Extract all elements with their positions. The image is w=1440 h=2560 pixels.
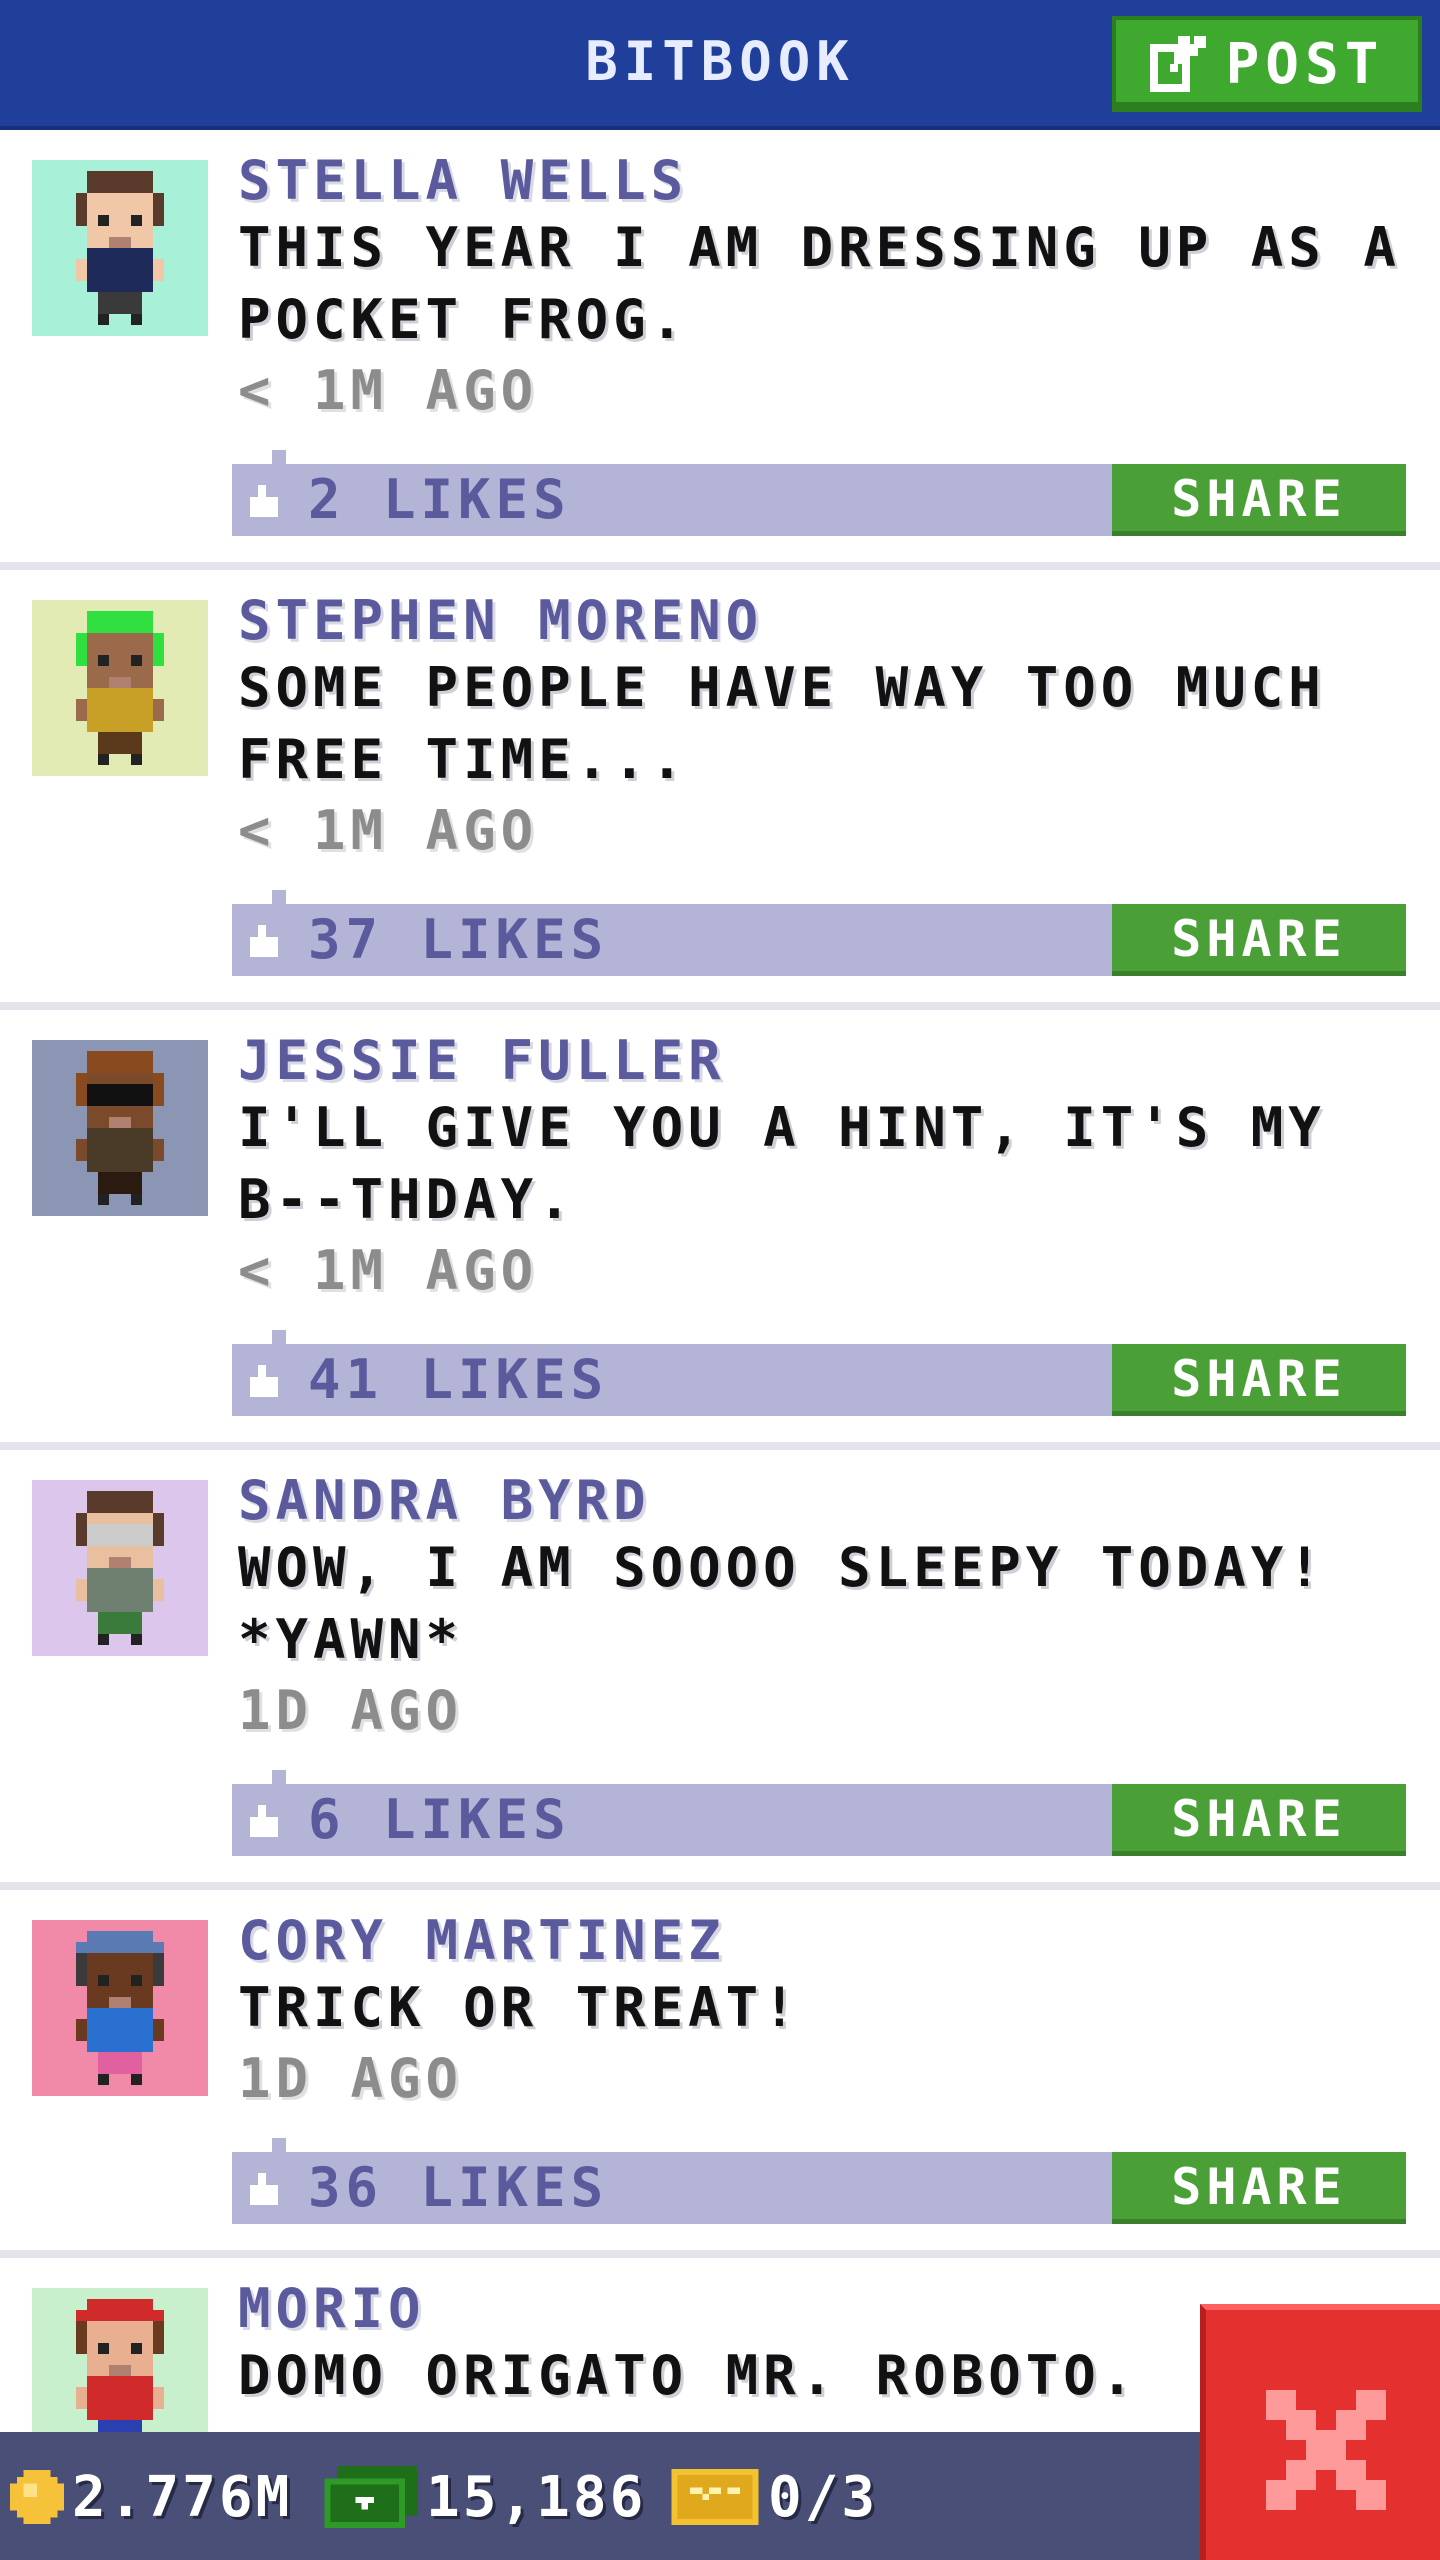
post-timestamp: < 1M AGO <box>238 1239 539 1302</box>
post-text-line: *YAWN* <box>238 1608 464 1671</box>
post-text-line: FREE TIME... <box>238 728 689 791</box>
avatar-image <box>32 160 208 336</box>
ticket-counter: 0/3 <box>670 2462 878 2532</box>
post-text-line: POCKET FROG. <box>238 288 689 351</box>
share-button[interactable]: SHARE <box>1112 2152 1406 2224</box>
avatar-image <box>32 1040 208 1216</box>
feed-post: STELLA WELLS THIS YEAR I AM DRESSING UP … <box>0 130 1440 570</box>
like-count: 6 LIKES <box>308 1788 571 1851</box>
avatar[interactable] <box>32 1920 208 2096</box>
avatar[interactable] <box>32 160 208 336</box>
post-text-line: WOW, I AM SOOOO SLEEPY TODAY! <box>238 1536 1326 1599</box>
post-feed[interactable]: STELLA WELLS THIS YEAR I AM DRESSING UP … <box>0 130 1440 2464</box>
avatar[interactable] <box>32 1480 208 1656</box>
avatar-image <box>32 600 208 776</box>
feed-post: STEPHEN MORENO SOME PEOPLE HAVE WAY TOO … <box>0 570 1440 1010</box>
avatar-image <box>32 1920 208 2096</box>
like-bar[interactable]: 6 LIKES SHARE <box>232 1770 1406 1856</box>
bux-count: 15,186 <box>426 2464 647 2530</box>
post-timestamp: < 1M AGO <box>238 359 539 422</box>
coin-count: 2.776M <box>72 2464 293 2530</box>
avatar[interactable] <box>32 1040 208 1216</box>
post-text-line: TRICK OR TREAT! <box>238 1976 801 2039</box>
coin-counter: 2.776M <box>10 2462 292 2532</box>
thumbs-up-icon <box>250 925 278 957</box>
share-button[interactable]: SHARE <box>1112 1344 1406 1416</box>
like-bar[interactable]: 41 LIKES SHARE <box>232 1330 1406 1416</box>
feed-post: SANDRA BYRD WOW, I AM SOOOO SLEEPY TODAY… <box>0 1450 1440 1890</box>
post-text-line: I'LL GIVE YOU A HINT, IT'S MY <box>238 1096 1326 1159</box>
post-author[interactable]: STELLA WELLS <box>238 150 1410 212</box>
share-button[interactable]: SHARE <box>1112 464 1406 536</box>
thumbs-up-icon <box>250 485 278 517</box>
post-author[interactable]: JESSIE FULLER <box>238 1030 1410 1092</box>
coin-icon <box>10 2470 64 2524</box>
feed-post: JESSIE FULLER I'LL GIVE YOU A HINT, IT'S… <box>0 1010 1440 1450</box>
bux-icon <box>324 2466 418 2528</box>
post-text-line: B--THDAY. <box>238 1168 576 1231</box>
app-header: BITBOOK POST <box>0 0 1440 130</box>
like-bar[interactable]: 37 LIKES SHARE <box>232 890 1406 976</box>
post-timestamp: 1D AGO <box>238 2047 464 2110</box>
like-count: 36 LIKES <box>308 2156 609 2219</box>
ticket-icon <box>671 2469 759 2525</box>
post-author[interactable]: CORY MARTINEZ <box>238 1910 1410 1972</box>
post-timestamp: 1D AGO <box>238 1679 464 1742</box>
ticket-count: 0/3 <box>768 2464 879 2530</box>
post-timestamp: < 1M AGO <box>238 799 539 862</box>
post-text-line: THIS YEAR I AM DRESSING UP AS A <box>238 216 1401 279</box>
post-text-line: SOME PEOPLE HAVE WAY TOO MUCH <box>238 656 1326 719</box>
thumbs-up-icon <box>250 1805 278 1837</box>
like-count: 41 LIKES <box>308 1348 609 1411</box>
like-count: 2 LIKES <box>308 468 571 531</box>
post-author[interactable]: STEPHEN MORENO <box>238 590 1410 652</box>
like-count: 37 LIKES <box>308 908 609 971</box>
share-button[interactable]: SHARE <box>1112 1784 1406 1856</box>
avatar[interactable] <box>32 600 208 776</box>
like-bar[interactable]: 36 LIKES SHARE <box>232 2138 1406 2224</box>
thumbs-up-icon <box>250 2173 278 2205</box>
close-icon <box>1266 2390 1386 2510</box>
avatar-image <box>32 1480 208 1656</box>
share-button[interactable]: SHARE <box>1112 904 1406 976</box>
bux-counter: 15,186 <box>324 2462 646 2532</box>
post-button[interactable]: POST <box>1112 16 1422 112</box>
compose-icon <box>1149 36 1206 92</box>
post-author[interactable]: SANDRA BYRD <box>238 1470 1410 1532</box>
close-button[interactable] <box>1200 2304 1440 2560</box>
post-button-label: POST <box>1225 31 1385 97</box>
like-bar[interactable]: 2 LIKES SHARE <box>232 450 1406 536</box>
feed-post: CORY MARTINEZ TRICK OR TREAT! 1D AGO 36 … <box>0 1890 1440 2258</box>
thumbs-up-icon <box>250 1365 278 1397</box>
